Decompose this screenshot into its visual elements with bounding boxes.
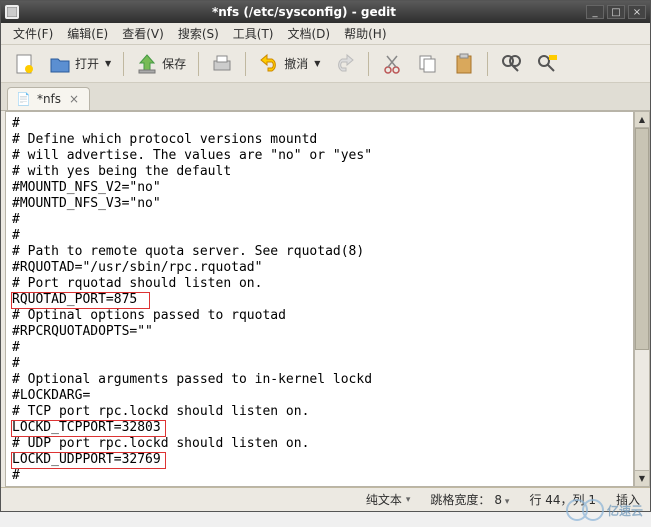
tab-close-icon[interactable]: × <box>67 92 81 106</box>
app-icon <box>5 5 19 19</box>
close-button[interactable]: × <box>628 5 646 19</box>
minimize-button[interactable]: _ <box>586 5 604 19</box>
tab-label: *nfs <box>37 92 61 106</box>
save-button[interactable]: 保存 <box>130 49 192 79</box>
separator <box>245 52 246 76</box>
window-title: *nfs (/etc/sysconfig) - gedit <box>25 5 583 19</box>
tab-nfs[interactable]: 📄 *nfs × <box>7 87 90 110</box>
copy-button[interactable] <box>411 49 445 79</box>
menu-file[interactable]: 文件(F) <box>7 23 59 44</box>
separator <box>487 52 488 76</box>
text-editor[interactable]: # # Define which protocol versions mount… <box>5 111 634 487</box>
open-button[interactable]: 打开▼ <box>43 49 117 79</box>
menu-documents[interactable]: 文档(D) <box>282 23 337 44</box>
print-button[interactable] <box>205 49 239 79</box>
find-button[interactable] <box>494 49 528 79</box>
menubar: 文件(F) 编辑(E) 查看(V) 搜索(S) 工具(T) 文档(D) 帮助(H… <box>1 23 650 45</box>
menu-help[interactable]: 帮助(H) <box>338 23 392 44</box>
scroll-track[interactable] <box>635 128 649 470</box>
cut-button[interactable] <box>375 49 409 79</box>
new-button[interactable] <box>7 49 41 79</box>
toolbar: 打开▼ 保存 撤消▼ <box>1 45 650 83</box>
tabbar: 📄 *nfs × <box>1 83 650 111</box>
statusbar: 纯文本 跳格宽度： 8 行 44，列 1 插入 <box>1 487 650 511</box>
tab-width[interactable]: 跳格宽度： 8 <box>430 491 509 508</box>
redo-button[interactable] <box>328 49 362 79</box>
menu-view[interactable]: 查看(V) <box>116 23 170 44</box>
watermark: 亿速云 <box>566 499 643 521</box>
document-icon: 📄 <box>16 92 31 106</box>
menu-search[interactable]: 搜索(S) <box>172 23 225 44</box>
separator <box>123 52 124 76</box>
scroll-thumb[interactable] <box>635 128 649 350</box>
undo-button[interactable]: 撤消▼ <box>252 49 326 79</box>
syntax-mode[interactable]: 纯文本 <box>366 491 411 508</box>
paste-button[interactable] <box>447 49 481 79</box>
menu-tools[interactable]: 工具(T) <box>227 23 280 44</box>
scroll-down-icon[interactable]: ▼ <box>635 470 649 486</box>
scroll-up-icon[interactable]: ▲ <box>635 112 649 128</box>
maximize-button[interactable]: □ <box>607 5 625 19</box>
find-replace-button[interactable] <box>530 49 564 79</box>
separator <box>368 52 369 76</box>
vertical-scrollbar[interactable]: ▲ ▼ <box>634 111 650 487</box>
menu-edit[interactable]: 编辑(E) <box>61 23 114 44</box>
watermark-icon <box>582 499 604 521</box>
separator <box>198 52 199 76</box>
titlebar: *nfs (/etc/sysconfig) - gedit _ □ × <box>1 1 650 23</box>
